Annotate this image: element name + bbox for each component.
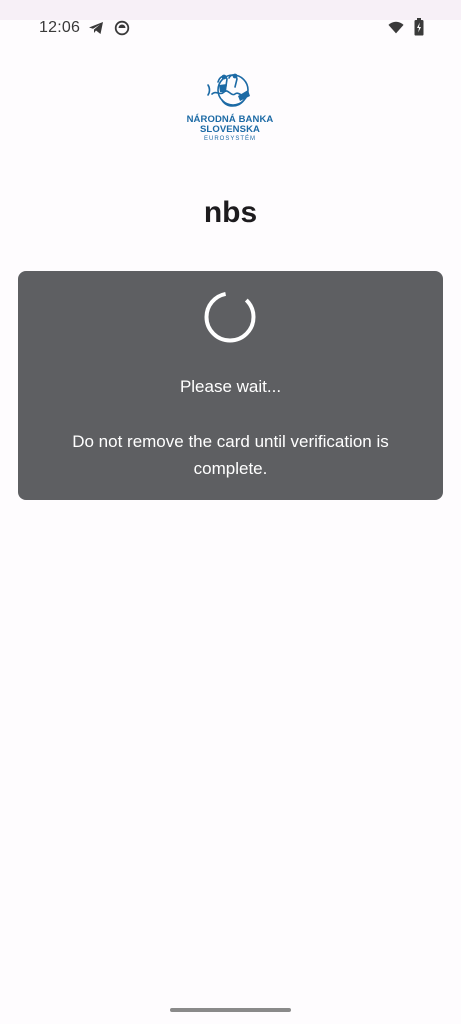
logo-text-line3: EUROSYSTÉM xyxy=(203,136,256,142)
status-bar: 12:06 xyxy=(0,0,461,48)
loading-spinner-icon xyxy=(204,291,256,343)
logo-text-line2: SLOVENSKA xyxy=(199,124,261,135)
battery-icon xyxy=(411,18,427,36)
bank-emblem-icon xyxy=(207,73,250,107)
page-title: nbs xyxy=(203,196,258,229)
please-wait-text: Please wait... xyxy=(179,377,282,396)
status-time: 12:06 xyxy=(39,19,81,36)
app-status-icon xyxy=(114,20,130,36)
card-warning-message: Do not remove the card until verificatio… xyxy=(72,432,389,478)
bank-logo: NÁRODNÁ BANKA SLOVENSKA EUROSYSTÉM xyxy=(180,66,280,146)
verification-progress-dialog: Please wait... Do not remove the card un… xyxy=(18,271,443,500)
telegram-icon xyxy=(88,20,104,36)
screen: 12:06 NÁRODNÁ BANKA SLOVENSKA EUROSYSTÉM… xyxy=(0,0,461,1024)
home-indicator[interactable] xyxy=(170,1008,291,1012)
wifi-icon xyxy=(388,20,404,36)
